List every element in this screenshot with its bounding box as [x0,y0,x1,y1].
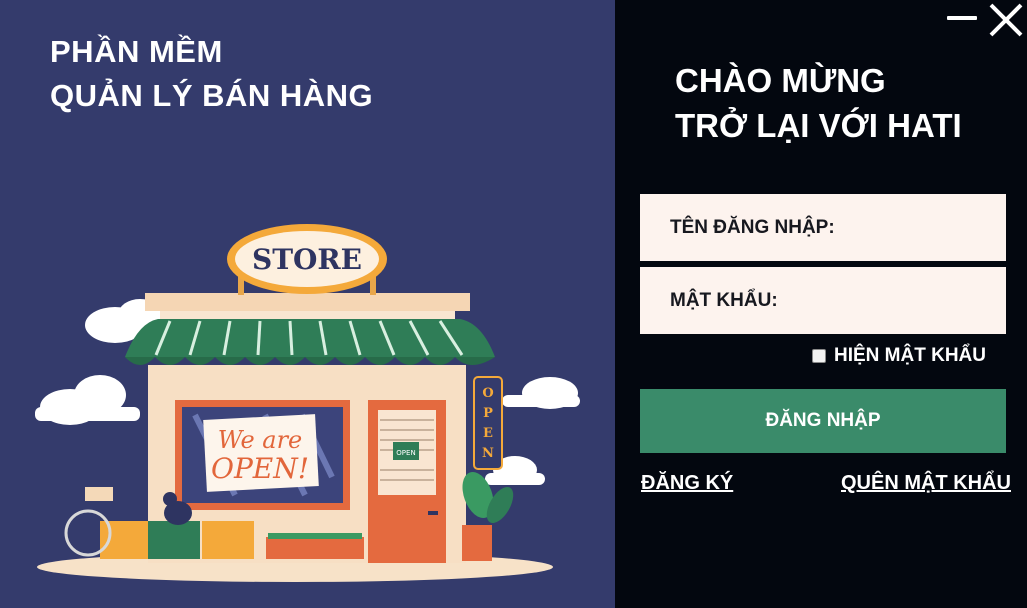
store-sign-text: STORE [252,243,362,276]
password-field[interactable]: MẬT KHẨU: [640,267,1026,334]
welcome-line2: TRỞ LẠI VỚI HATI [675,107,962,144]
app-title-line1: PHẦN MỀM [50,34,223,69]
storefront-illustration: STORE We are OPEN! OPEN O P E N [35,224,580,582]
close-button[interactable] [987,2,1027,38]
password-label: MẬT KHẨU: [670,289,778,311]
welcome-heading: CHÀO MỪNG TRỞ LẠI VỚI HATI [675,58,962,148]
flower-planter [266,537,364,559]
svg-text:E: E [483,426,493,441]
svg-text:OPEN: OPEN [396,449,415,457]
store-roof-ledge [145,293,470,311]
svg-text:O: O [482,386,493,401]
svg-text:We are: We are [218,426,303,454]
login-panel: CHÀO MỪNG TRỞ LẠI VỚI HATI TÊN ĐĂNG NHẬP… [615,0,1027,608]
register-link[interactable]: ĐĂNG KÝ [641,472,733,495]
crate-yellow-left [100,521,148,559]
app-title-line2: QUẢN LÝ BÁN HÀNG [50,78,374,113]
forgot-password-link[interactable]: QUÊN MẬT KHẨU [841,472,1011,495]
svg-text:P: P [483,406,493,421]
svg-text:OPEN!: OPEN! [211,452,309,485]
login-button[interactable]: ĐĂNG NHẬP [640,389,1006,453]
show-password-checkbox[interactable] [812,349,826,363]
password-input[interactable] [777,267,1026,334]
crate-yellow-right [202,521,254,559]
close-icon [989,3,1023,37]
svg-text:N: N [482,446,494,461]
username-input[interactable] [834,194,1027,261]
branding-panel: PHẦN MỀM QUẢN LÝ BÁN HÀNG STORE We are O… [0,0,615,608]
username-field[interactable]: TÊN ĐĂNG NHẬP: [640,194,1027,261]
welcome-line1: CHÀO MỪNG [675,62,886,99]
app-title: PHẦN MỀM QUẢN LÝ BÁN HÀNG [50,30,373,118]
cloud-left-lower [35,375,140,425]
show-password-toggle[interactable]: HIỆN MẬT KHẨU [812,345,986,367]
username-label: TÊN ĐĂNG NHẬP: [670,216,835,238]
store-awning [125,319,495,357]
potted-plant [462,525,492,561]
minimize-button[interactable] [946,6,980,26]
crate-green [148,521,200,559]
minimize-icon [947,16,977,20]
cloud-right-upper [502,377,580,409]
show-password-label: HIỆN MẬT KHẨU [834,345,986,366]
